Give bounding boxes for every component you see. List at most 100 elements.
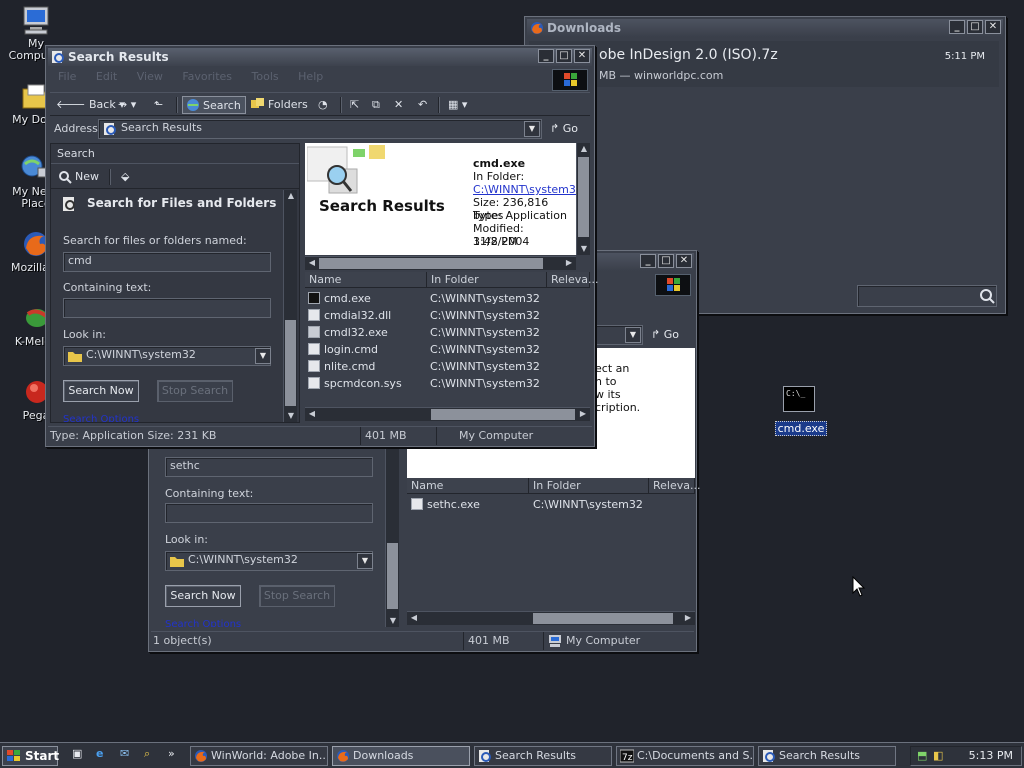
look-in-select[interactable]: C:\WINNT\system32 <box>63 346 271 366</box>
taskbar-button-search-results-2[interactable]: Search Results <box>758 746 896 766</box>
table-row[interactable]: login.cmd C:\WINNT\system32 <box>308 341 588 358</box>
scroll-left-arrow[interactable]: ◀ <box>306 257 318 269</box>
undo-icon[interactable]: ↶ <box>414 96 431 114</box>
clock[interactable]: 5:13 PM <box>969 747 1013 765</box>
scrollbar-thumb[interactable] <box>533 613 673 624</box>
address-field[interactable]: Search Results <box>98 119 542 139</box>
desktop-cmd-icon[interactable]: C:\_ cmd.exe <box>775 386 827 438</box>
minimize-button[interactable]: _ <box>949 20 965 34</box>
go-button[interactable]: ↱ Go <box>651 325 691 345</box>
filename-input[interactable]: sethc <box>165 457 373 477</box>
downloads-titlebar[interactable]: Downloads _ □ ✕ <box>527 19 1003 37</box>
column-header-relevance[interactable]: Releva... <box>649 478 700 494</box>
scroll-left-arrow[interactable]: ◀ <box>306 408 318 420</box>
look-in-dropdown[interactable]: ▼ <box>255 348 271 364</box>
search-pane-scrollbar[interactable]: ▼ <box>385 443 399 627</box>
menu-file[interactable]: File <box>58 70 76 83</box>
table-row[interactable]: cmdial32.dll C:\WINNT\system32 <box>308 307 588 324</box>
views-icon[interactable]: ▦ ▾ <box>444 96 471 114</box>
outlook-express-icon[interactable]: ✉ <box>120 747 129 760</box>
search-quick-icon[interactable]: ⌕ <box>144 747 150 761</box>
detail-folder-link[interactable]: C:\WINNT\system32 <box>473 183 583 196</box>
internet-explorer-icon[interactable]: e <box>96 747 103 760</box>
new-search-button[interactable]: New <box>55 168 103 186</box>
scroll-right-arrow[interactable]: ▶ <box>563 257 575 269</box>
search-now-button[interactable]: Search Now <box>165 585 241 607</box>
taskbar-button-documents[interactable]: 7z C:\Documents and S... <box>616 746 754 766</box>
menu-tools[interactable]: Tools <box>252 70 279 83</box>
search-options-link[interactable]: Search Options <box>63 414 139 422</box>
up-folder-icon[interactable]: ⬑ <box>150 96 167 114</box>
scroll-left-arrow[interactable]: ◀ <box>408 612 420 624</box>
taskbar-button-downloads[interactable]: Downloads <box>332 746 470 766</box>
scroll-up-arrow[interactable]: ▲ <box>578 143 590 155</box>
maximize-button[interactable]: □ <box>556 49 572 63</box>
minimize-button[interactable]: _ <box>538 49 554 63</box>
menu-view[interactable]: View <box>137 70 163 83</box>
scrollbar-thumb[interactable] <box>431 409 575 420</box>
details-hscrollbar[interactable]: ◀ ▶ <box>305 256 576 270</box>
close-button[interactable]: ✕ <box>985 20 1001 34</box>
menu-edit[interactable]: Edit <box>96 70 117 83</box>
maximize-button[interactable]: □ <box>658 254 674 268</box>
close-button[interactable]: ✕ <box>574 49 590 63</box>
column-header-relevance[interactable]: Releva... <box>547 272 598 288</box>
volume-tray-icon[interactable]: ◧ <box>933 747 943 765</box>
column-header-in-folder[interactable]: In Folder <box>529 478 649 494</box>
show-desktop-icon[interactable]: ▣ <box>72 747 82 760</box>
taskbar-button-winworld[interactable]: WinWorld: Adobe In... <box>190 746 328 766</box>
chevron-right-icon[interactable]: » <box>168 747 175 760</box>
folders-button[interactable]: Folders <box>248 96 312 114</box>
filename-input[interactable]: cmd <box>63 252 271 272</box>
downloads-search-input[interactable] <box>857 285 997 307</box>
address-dropdown[interactable]: ▼ <box>625 327 641 343</box>
search-pane-scrollbar[interactable]: ▲ ▼ <box>283 190 297 422</box>
containing-text-input[interactable] <box>63 298 271 318</box>
search-button[interactable]: Search <box>182 96 246 114</box>
table-row[interactable]: nlite.cmd C:\WINNT\system32 <box>308 358 588 375</box>
details-scrollbar[interactable]: ▲ ▼ <box>576 143 590 255</box>
scroll-down-arrow[interactable]: ▼ <box>285 410 297 422</box>
scroll-down-arrow[interactable]: ▼ <box>578 243 590 255</box>
search-companion-icon[interactable]: ⬙ <box>117 168 133 186</box>
minimize-button[interactable]: _ <box>640 254 656 268</box>
scroll-up-arrow[interactable]: ▲ <box>285 190 297 202</box>
move-to-icon[interactable]: ⇱ <box>346 96 363 114</box>
column-header-name[interactable]: Name <box>407 478 529 494</box>
download-item[interactable]: obe InDesign 2.0 (ISO).7z MB — winworldp… <box>529 41 999 87</box>
look-in-dropdown[interactable]: ▼ <box>357 553 373 569</box>
table-row[interactable]: sethc.exe C:\WINNT\system32 <box>411 496 691 513</box>
scrollbar-thumb[interactable] <box>319 258 543 269</box>
look-in-select[interactable]: C:\WINNT\system32 <box>165 551 373 571</box>
stop-search-button[interactable]: Stop Search <box>157 380 233 402</box>
table-row[interactable]: spcmdcon.sys C:\WINNT\system32 <box>308 375 588 392</box>
scroll-down-arrow[interactable]: ▼ <box>387 615 399 627</box>
scrollbar-thumb[interactable] <box>285 320 296 406</box>
search-results-window[interactable]: Search Results _ □ ✕ File Edit View Favo… <box>45 45 598 447</box>
taskbar-button-search-results[interactable]: Search Results <box>474 746 612 766</box>
column-header-name[interactable]: Name <box>305 272 427 288</box>
close-button[interactable]: ✕ <box>676 254 692 268</box>
scroll-right-arrow[interactable]: ▶ <box>682 612 694 624</box>
scrollbar-thumb[interactable] <box>578 157 589 237</box>
network-tray-icon[interactable]: ⬒ <box>917 747 927 765</box>
forward-button[interactable]: → ▾ <box>114 96 140 114</box>
stop-search-button[interactable]: Stop Search <box>259 585 335 607</box>
maximize-button[interactable]: □ <box>967 20 983 34</box>
magnifier-icon[interactable] <box>979 288 995 304</box>
search-now-button[interactable]: Search Now <box>63 380 139 402</box>
scroll-right-arrow[interactable]: ▶ <box>577 408 589 420</box>
delete-icon[interactable]: ✕ <box>390 96 407 114</box>
column-header-in-folder[interactable]: In Folder <box>427 272 547 288</box>
menu-help[interactable]: Help <box>298 70 323 83</box>
go-button[interactable]: ↱ Go <box>550 119 590 139</box>
search-options-link[interactable]: Search Options <box>165 619 241 627</box>
results-hscrollbar[interactable]: ◀ ▶ <box>407 611 695 625</box>
results-hscrollbar[interactable]: ◀ ▶ <box>305 407 590 421</box>
table-row[interactable]: cmdl32.exe C:\WINNT\system32 <box>308 324 588 341</box>
history-icon[interactable]: ◔ <box>314 96 332 114</box>
start-button[interactable]: Start <box>2 746 59 766</box>
window-titlebar[interactable]: Search Results _ □ ✕ <box>48 48 592 66</box>
scrollbar-thumb[interactable] <box>387 543 398 609</box>
containing-text-input[interactable] <box>165 503 373 523</box>
